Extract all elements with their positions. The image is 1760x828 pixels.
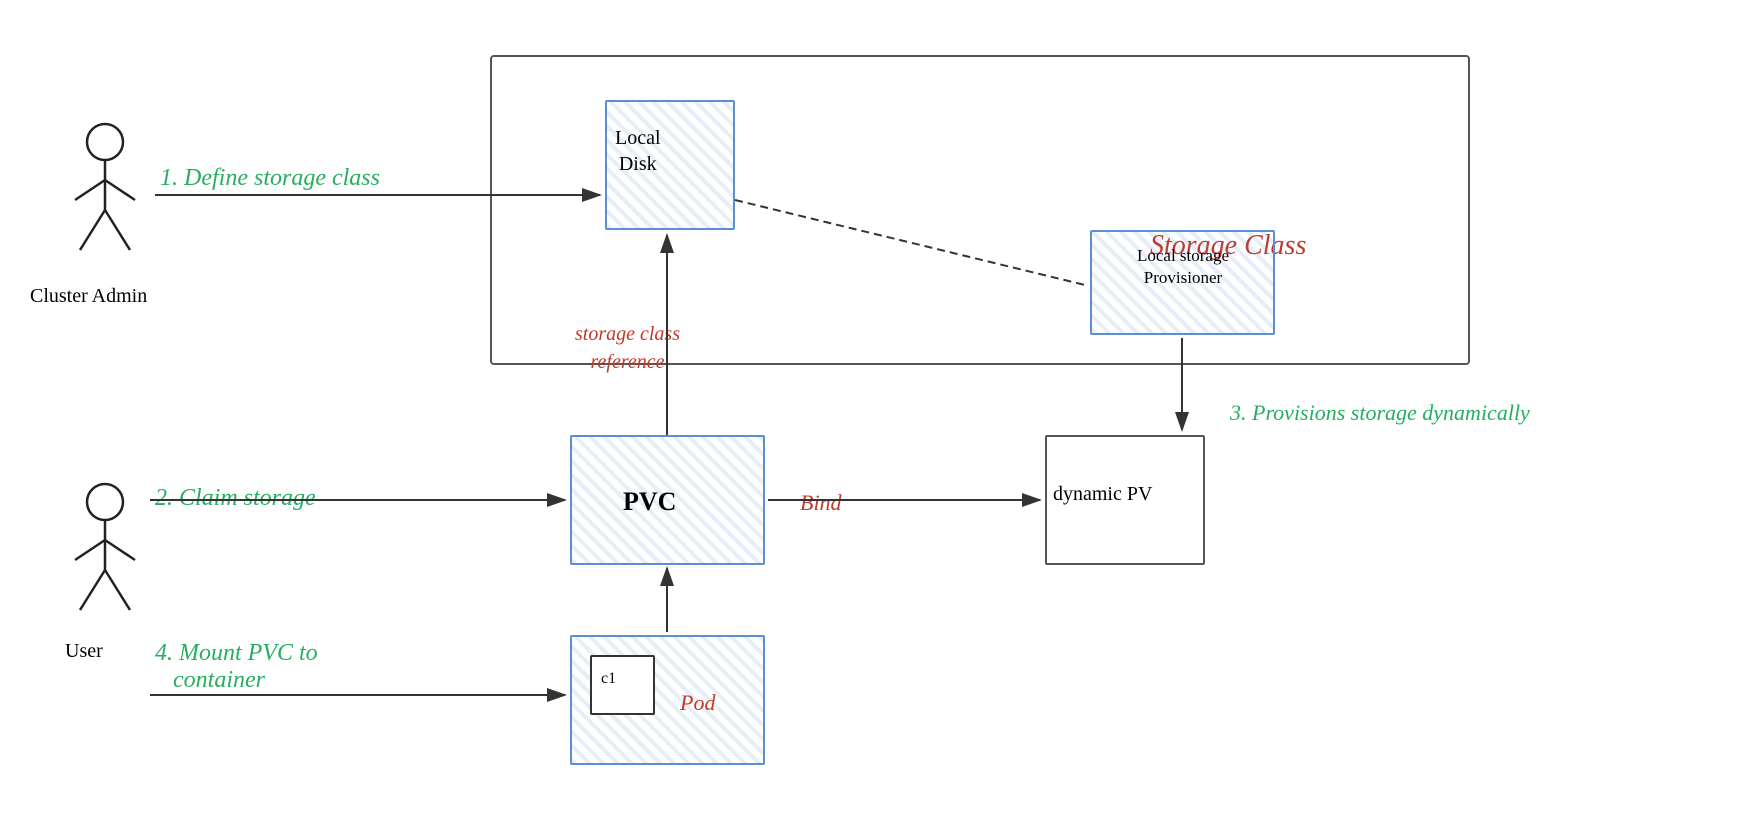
dynamic-pv-label: dynamic PV (1053, 480, 1152, 508)
step2-text: 2. Claim storage (155, 485, 316, 512)
diagram-container: Storage Class Local Disk Local storage P… (0, 0, 1760, 828)
step4-text: 4. Mount PVC to container (155, 640, 318, 694)
pvc-label: PVC (623, 487, 676, 517)
step3-text: 3. Provisions storage dynamically (1230, 400, 1530, 426)
storage-class-reference-text: storage classreference (575, 320, 680, 376)
step1-text: 1. Define storage class (160, 165, 380, 192)
user-label: User (65, 640, 103, 663)
local-disk-box (605, 100, 735, 230)
container-label: c1 (601, 670, 616, 688)
cluster-admin-label: Cluster Admin (30, 285, 147, 308)
pod-label: Pod (680, 690, 715, 716)
bind-label: Bind (800, 490, 842, 516)
container-inner-box (590, 655, 655, 715)
provisioner-label: Local storage Provisioner (1093, 245, 1273, 289)
cluster-admin-figure (65, 120, 145, 260)
user-figure (65, 480, 145, 620)
